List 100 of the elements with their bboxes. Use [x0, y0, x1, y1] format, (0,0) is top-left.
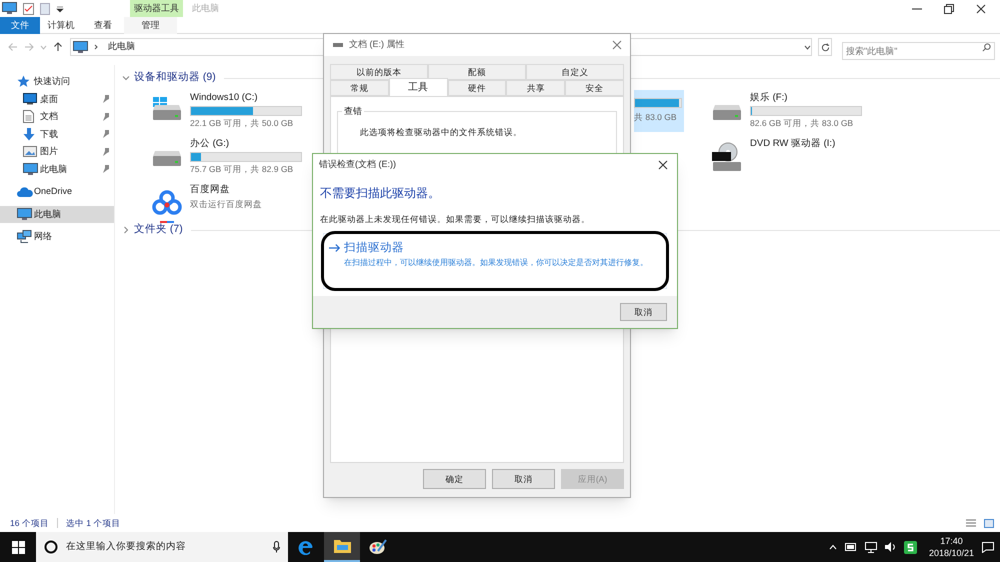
network-icon[interactable]: [864, 542, 877, 552]
tab[interactable]: 以前的版本: [330, 64, 428, 80]
search-field[interactable]: 在这里输入你要搜索的内容: [66, 540, 265, 554]
dialog-button[interactable]: 取消: [492, 469, 555, 489]
drive-tile[interactable]: 共 83.0 GB: [634, 90, 684, 132]
close-icon[interactable]: [976, 4, 986, 14]
cancel-button[interactable]: 取消: [620, 303, 667, 321]
pin-icon: [102, 130, 110, 138]
monitor-icon: [23, 93, 37, 106]
sidebar-item[interactable]: 此电脑: [0, 206, 114, 223]
cloud-icon: [17, 186, 33, 197]
notification-icon[interactable]: [982, 542, 994, 552]
group-label: 查错: [342, 105, 364, 118]
drive-name: 娱乐 (F:): [750, 91, 788, 105]
star-icon: [17, 75, 30, 88]
group-description: 此选项将检查驱动器中的文件系统错误。: [359, 126, 523, 139]
windows-drive-icon: [151, 96, 183, 122]
drive-info: 75.7 GB 可用，共 82.9 GB: [190, 163, 294, 176]
tiles-view-icon[interactable]: [984, 518, 994, 528]
tab[interactable]: 安全: [565, 80, 624, 96]
tab[interactable]: 共享: [506, 80, 566, 96]
up-arrow-icon[interactable]: [53, 42, 63, 52]
ribbon-tab[interactable]: 查看: [82, 17, 124, 34]
chevron-down-icon[interactable]: [122, 74, 130, 82]
refresh-button[interactable]: [818, 38, 832, 56]
search-icon: [982, 42, 991, 52]
sidebar-item[interactable]: 文档: [0, 108, 114, 126]
ribbon-tab[interactable]: 计算机: [40, 17, 82, 34]
network-icon: [17, 230, 32, 244]
taskbar-app[interactable]: [324, 532, 360, 562]
tab[interactable]: 自定义: [526, 64, 624, 80]
ribbon-tab[interactable]: 管理: [124, 17, 177, 34]
drive-info: 82.6 GB 可用，共 83.0 GB: [750, 117, 854, 130]
tab[interactable]: 常规: [330, 80, 389, 96]
taskbar-search-box[interactable]: 在这里输入你要搜索的内容: [36, 532, 288, 562]
chevron-up-icon[interactable]: [828, 544, 837, 550]
search-field[interactable]: 搜索"此电脑": [842, 42, 995, 60]
tab[interactable]: 工具: [388, 78, 448, 96]
status-text: 16 个项目: [10, 516, 49, 530]
windows-logo-icon: [12, 540, 24, 554]
app-tray-icon[interactable]: [904, 540, 917, 554]
microphone-icon: [273, 541, 280, 553]
pin-icon: [102, 148, 110, 156]
computer-icon: [73, 40, 88, 54]
drive-name: DVD RW 驱动器 (I:): [750, 137, 836, 151]
drive-name: 百度网盘: [190, 183, 231, 197]
clock-time: 17:40: [940, 535, 963, 547]
section-header[interactable]: 设备和驱动器 (9): [134, 70, 216, 86]
cortana-circle-icon: [44, 540, 58, 554]
download-arrow-icon: [23, 128, 35, 141]
tab[interactable]: 配额: [428, 64, 526, 80]
folder-icon: [334, 539, 350, 553]
ribbon-tab[interactable]: 文件: [0, 17, 40, 34]
pin-icon: [102, 112, 110, 121]
section-header[interactable]: 文件夹 (7): [134, 222, 183, 238]
dropdown-icon[interactable]: [56, 4, 64, 12]
computer-icon: [23, 162, 38, 176]
chevron-right-icon[interactable]: [122, 226, 130, 234]
tab[interactable]: 硬件: [448, 80, 506, 96]
clock-date: 2018/10/21: [928, 547, 974, 559]
drive-info: 22.1 GB 可用，共 50.0 GB: [190, 117, 294, 130]
dialog-title: 文档 (E:) 属性: [349, 38, 404, 52]
drive-name: Windows10 (C:): [190, 91, 259, 105]
properties-icon[interactable]: [23, 2, 34, 14]
computer-icon: [2, 2, 17, 15]
sidebar-item[interactable]: OneDrive: [0, 183, 114, 200]
drive-info: 双击运行百度网盘: [190, 198, 262, 211]
option-title: 扫描驱动器: [344, 240, 405, 256]
battery-icon[interactable]: [844, 543, 857, 551]
dialog-message: 在此驱动器上未发现任何错误。如果需要，可以继续扫描该驱动器。: [320, 213, 591, 226]
palette-icon: [369, 539, 387, 555]
dvd-drive-icon: [711, 142, 743, 172]
status-text: 选中 1 个项目: [66, 516, 120, 530]
close-icon[interactable]: [658, 160, 668, 170]
arrow-right-icon: [329, 242, 341, 253]
restore-icon[interactable]: [944, 4, 954, 14]
dialog-title: 错误检查(文档 (E:)): [319, 158, 396, 172]
details-view-icon[interactable]: [966, 518, 976, 528]
speaker-icon[interactable]: [884, 542, 896, 552]
chevron-right-icon: [93, 44, 99, 50]
sidebar-item[interactable]: 此电脑: [0, 160, 114, 178]
drive-name: 办公 (G:): [190, 137, 230, 151]
drive-icon: [332, 42, 344, 48]
sidebar-item[interactable]: 快速访问: [0, 73, 114, 90]
drive-info: 共 83.0 GB: [634, 111, 678, 124]
refresh-icon: [820, 42, 830, 52]
sidebar-item[interactable]: 网络: [0, 228, 114, 246]
dropdown-icon[interactable]: [804, 44, 811, 50]
document-icon: [23, 110, 34, 124]
computer-icon: [17, 208, 32, 221]
window-title: 此电脑: [192, 2, 219, 15]
pin-icon: [102, 165, 110, 174]
sidebar-item[interactable]: 图片: [0, 143, 114, 160]
context-tab-header: 驱动器工具: [130, 0, 183, 17]
sidebar-item[interactable]: 下载: [0, 126, 114, 143]
e-browser-icon: [298, 539, 314, 555]
sidebar-item[interactable]: 桌面: [0, 90, 114, 108]
dialog-heading: 不需要扫描此驱动器。: [320, 185, 441, 202]
option-description: 在扫描过程中，可以继续使用驱动器。如果发现错误，你可以决定是否对其进行修复。: [344, 257, 649, 269]
dialog-button[interactable]: 确定: [423, 469, 486, 489]
